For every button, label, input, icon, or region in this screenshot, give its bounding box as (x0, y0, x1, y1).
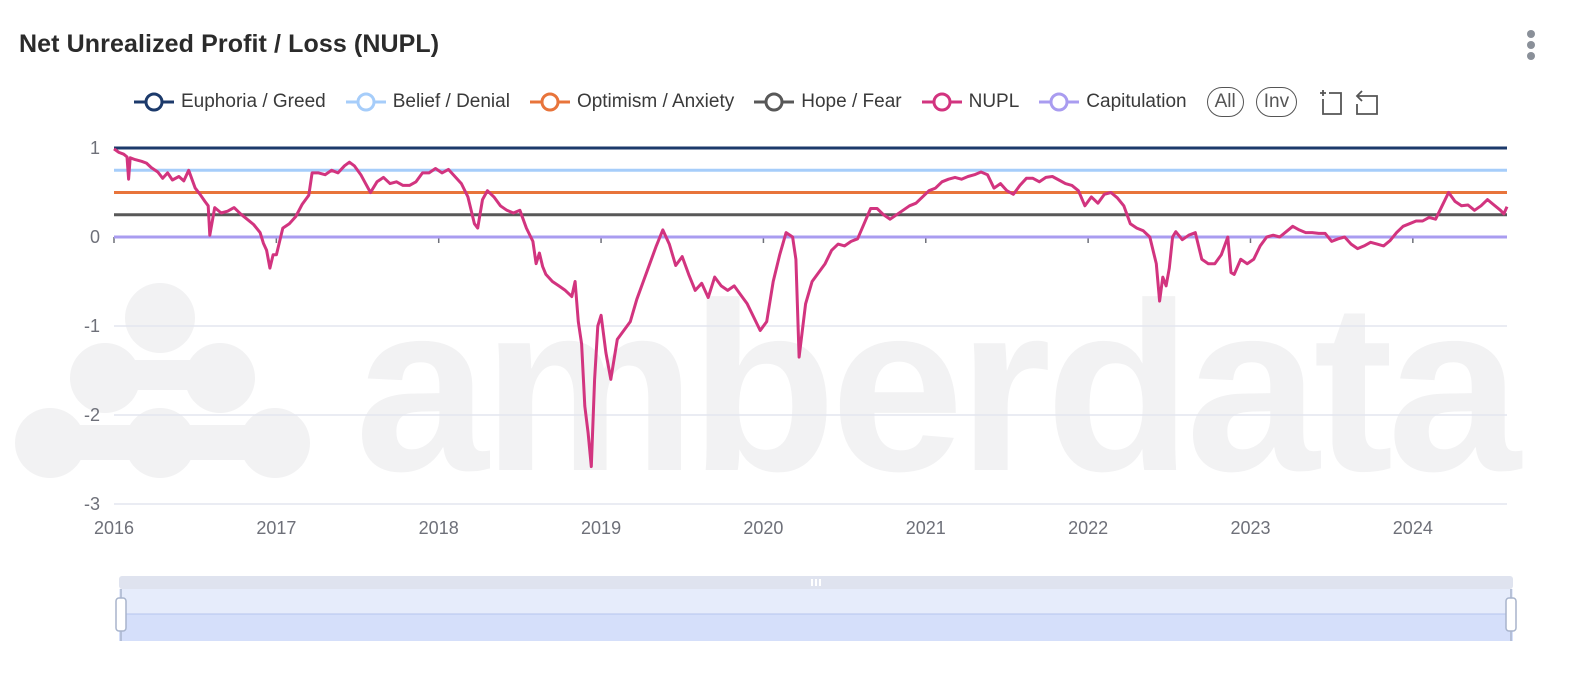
y-tick-label: -1 (84, 316, 100, 336)
y-tick-label: 1 (90, 138, 100, 158)
x-tick-label: 2022 (1068, 518, 1108, 538)
slider-left-handle[interactable] (115, 597, 127, 632)
reference-lines (114, 146, 1507, 239)
x-tick-label: 2020 (743, 518, 783, 538)
watermark-logo-bridge (100, 360, 225, 390)
y-tick-label: -2 (84, 405, 100, 425)
data-zoom-slider[interactable] (115, 576, 1517, 641)
x-tick-label: 2024 (1393, 518, 1433, 538)
x-tick-label: 2018 (419, 518, 459, 538)
slider-right-handle[interactable] (1505, 597, 1517, 632)
x-tick-label: 2021 (906, 518, 946, 538)
watermark-text: amberdata (355, 253, 1522, 521)
y-tick-label: 0 (90, 227, 100, 247)
nupl-chart: amberdata 1 0 -1 -2 -3 2016 2017 2018 2019 2020 2… (15, 138, 1528, 641)
slider-selected-range[interactable] (119, 614, 1513, 641)
x-tick-label: 2023 (1230, 518, 1270, 538)
y-tick-label: -3 (84, 494, 100, 514)
watermark-logo-bridge (50, 425, 275, 460)
slider-data-background (119, 589, 1513, 614)
x-tick-label: 2019 (581, 518, 621, 538)
x-tick-label: 2016 (94, 518, 134, 538)
slider-move-handle[interactable] (811, 579, 821, 586)
watermark-logo-dot (125, 283, 195, 353)
x-tick-label: 2017 (256, 518, 296, 538)
amberdata-watermark: amberdata (15, 253, 1528, 521)
